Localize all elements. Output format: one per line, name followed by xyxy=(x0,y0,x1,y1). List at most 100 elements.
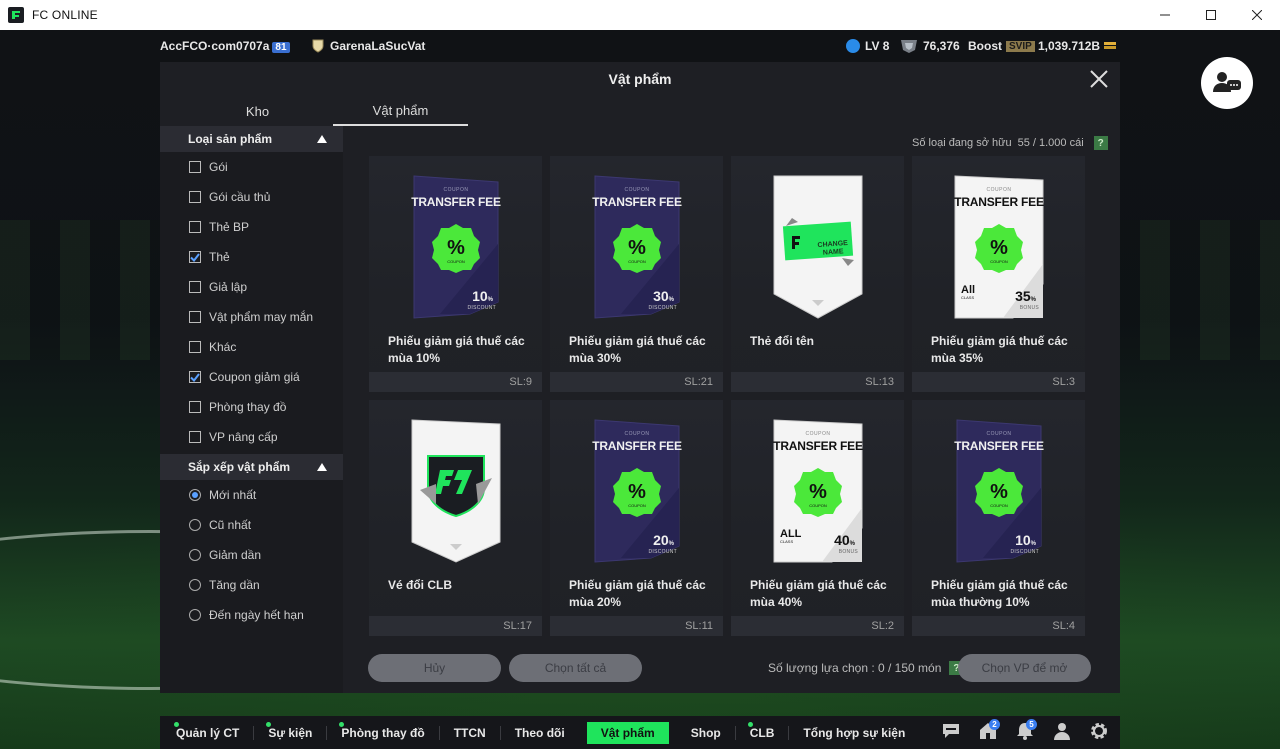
bp-stack-icon xyxy=(1104,42,1117,49)
sort-option[interactable]: Giảm dần xyxy=(160,540,343,570)
owned-count: Số loại đang sở hữu 55 / 1.000 cái ? xyxy=(912,136,1108,150)
product-type-header[interactable]: Loại sản phẩm xyxy=(160,126,343,152)
nav-item-label: CLB xyxy=(749,725,775,740)
sort-option-label: Mới nhất xyxy=(209,488,257,502)
discount-value: 10 xyxy=(472,288,488,304)
coupon-card-icon: % COUPON COUPON TRANSFER FEE ALL CLASS 40… xyxy=(772,418,864,564)
profile-chat-button[interactable] xyxy=(1201,57,1253,109)
open-item-button[interactable]: Chọn VP để mở xyxy=(958,654,1091,682)
product-type-option[interactable]: Gói cầu thủ xyxy=(160,182,343,212)
product-type-option[interactable]: Thẻ BP xyxy=(160,212,343,242)
nav-item[interactable]: TTCN xyxy=(440,716,500,749)
person-button[interactable] xyxy=(1043,716,1080,749)
checkbox-icon[interactable] xyxy=(189,221,201,233)
product-type-option[interactable]: Giả lập xyxy=(160,272,343,302)
bell-button[interactable]: 5 xyxy=(1006,716,1043,749)
checkbox-icon[interactable] xyxy=(189,161,201,173)
radio-icon[interactable] xyxy=(189,549,201,561)
profile-chat-icon xyxy=(1213,72,1241,92)
close-window-icon[interactable] xyxy=(1234,0,1280,30)
discount-tag: DISCOUNT xyxy=(648,549,677,555)
tab-vat-pham[interactable]: Vật phẩm xyxy=(333,96,468,126)
nav-item[interactable]: Shop xyxy=(677,716,735,749)
checkbox-icon[interactable] xyxy=(189,431,201,443)
product-type-label: Giả lập xyxy=(209,280,248,294)
notification-dot xyxy=(747,722,753,727)
modal-footer: Hủy Chọn tất cả Số lượng lựa chọn : 0 / … xyxy=(368,654,1092,682)
svg-text:COUPON: COUPON xyxy=(809,503,827,508)
select-all-button[interactable]: Chọn tất cả xyxy=(509,654,642,682)
nav-item-label: Sự kiện xyxy=(268,725,313,740)
discount-percent: 10% xyxy=(1015,532,1036,548)
chat-button[interactable] xyxy=(932,716,969,749)
item-card[interactable]: % COUPON COUPON TRANSFER FEE 10% DISCOUN… xyxy=(912,400,1085,636)
item-card[interactable]: Vé đổi CLB SL:17 xyxy=(369,400,542,636)
nav-item[interactable]: CLB xyxy=(736,716,789,749)
item-card[interactable]: % COUPON COUPON TRANSFER FEE All CLASS 35… xyxy=(912,156,1085,392)
bp-indicator: 1,039.712B xyxy=(1038,39,1117,53)
item-card[interactable]: % COUPON COUPON TRANSFER FEE 20% DISCOUN… xyxy=(550,400,723,636)
item-quantity: SL:2 xyxy=(731,616,904,636)
item-card[interactable]: CHANGE NAME Thẻ đổi tên SL:13 xyxy=(731,156,904,392)
svg-text:COUPON: COUPON xyxy=(990,259,1008,264)
home-button[interactable]: 2 xyxy=(969,716,1006,749)
nav-item[interactable]: Theo dõi xyxy=(501,716,579,749)
checkbox-icon[interactable] xyxy=(189,281,201,293)
owned-value: 55 / 1.000 cái xyxy=(1017,137,1084,149)
close-modal-button[interactable] xyxy=(1084,64,1114,94)
nav-item[interactable]: Quản lý CT xyxy=(162,716,253,749)
nav-item[interactable]: Tổng hợp sự kiện xyxy=(789,716,919,749)
product-type-option[interactable]: Vật phẩm may mắn xyxy=(160,302,343,332)
sort-option[interactable]: Cũ nhất xyxy=(160,510,343,540)
filter-sidebar: Loại sản phẩm Gói Gói cầu thủ Thẻ BP Thẻ Giả… xyxy=(160,126,343,693)
item-card[interactable]: % COUPON COUPON TRANSFER FEE ALL CLASS 40… xyxy=(731,400,904,636)
nav-item[interactable]: Phòng thay đồ xyxy=(327,716,438,749)
radio-icon[interactable] xyxy=(189,519,201,531)
radio-icon[interactable] xyxy=(189,609,201,621)
radio-selected-icon[interactable] xyxy=(189,489,201,501)
product-type-option[interactable]: Khác xyxy=(160,332,343,362)
radio-icon[interactable] xyxy=(189,579,201,591)
product-type-option[interactable]: VP nâng cấp xyxy=(160,422,343,452)
item-name: Phiếu giảm giá thuế các mùa 10% xyxy=(388,334,525,365)
checkbox-icon[interactable] xyxy=(189,311,201,323)
svg-text:%: % xyxy=(628,481,646,503)
checkbox-checked-icon[interactable] xyxy=(189,251,201,263)
cancel-button[interactable]: Hủy xyxy=(368,654,501,682)
svg-text:%: % xyxy=(990,237,1008,259)
checkbox-icon[interactable] xyxy=(189,191,201,203)
sort-option[interactable]: Mới nhất xyxy=(160,480,343,510)
product-type-option[interactable]: Gói xyxy=(160,152,343,182)
top-status-bar: AccFCO·com0707a 81 GarenaLaSucVat LV 8 76… xyxy=(0,30,1280,62)
svip-badge: SVIP xyxy=(1006,40,1035,52)
item-quantity: SL:21 xyxy=(550,372,723,392)
nav-item[interactable]: Vật phẩm xyxy=(586,721,669,744)
sort-option[interactable]: Tăng dần xyxy=(160,570,343,600)
help-icon[interactable]: ? xyxy=(1093,136,1108,150)
sort-option-label: Cũ nhất xyxy=(209,518,252,532)
sort-option[interactable]: Đến ngày hết hạn xyxy=(160,600,343,630)
nav-item[interactable]: Sự kiện xyxy=(254,716,326,749)
maximize-icon[interactable] xyxy=(1188,0,1234,30)
minimize-icon[interactable] xyxy=(1142,0,1188,30)
checkbox-checked-icon[interactable] xyxy=(189,371,201,383)
checkbox-icon[interactable] xyxy=(189,341,201,353)
item-name: Phiếu giảm giá thuế các mùa 35% xyxy=(931,334,1068,365)
product-type-option[interactable]: Coupon giảm giá xyxy=(160,362,343,392)
account-name: AccFCO·com0707a 81 xyxy=(160,39,290,53)
nav-item-label: TTCN xyxy=(453,725,486,740)
checkbox-icon[interactable] xyxy=(189,401,201,413)
discount-percent: 35% xyxy=(1015,288,1036,304)
class-caption: ALL CLASS xyxy=(780,529,801,545)
item-card[interactable]: % COUPON COUPON TRANSFER FEE 10% DISCOUN… xyxy=(369,156,542,392)
item-quantity: SL:11 xyxy=(550,616,723,636)
coupon-card-icon: % COUPON COUPON TRANSFER FEE 20% DISCOUN… xyxy=(591,418,683,564)
sort-header[interactable]: Sắp xếp vật phẩm xyxy=(160,454,343,480)
item-card[interactable]: % COUPON COUPON TRANSFER FEE 30% DISCOUN… xyxy=(550,156,723,392)
product-type-option[interactable]: Phòng thay đồ xyxy=(160,392,343,422)
coupon-card-icon: % COUPON COUPON TRANSFER FEE 30% DISCOUN… xyxy=(591,174,683,320)
product-type-option[interactable]: Thẻ xyxy=(160,242,343,272)
tab-kho[interactable]: Kho xyxy=(170,96,345,126)
product-type-label: Thẻ xyxy=(209,250,230,264)
gear-button[interactable] xyxy=(1080,716,1117,749)
